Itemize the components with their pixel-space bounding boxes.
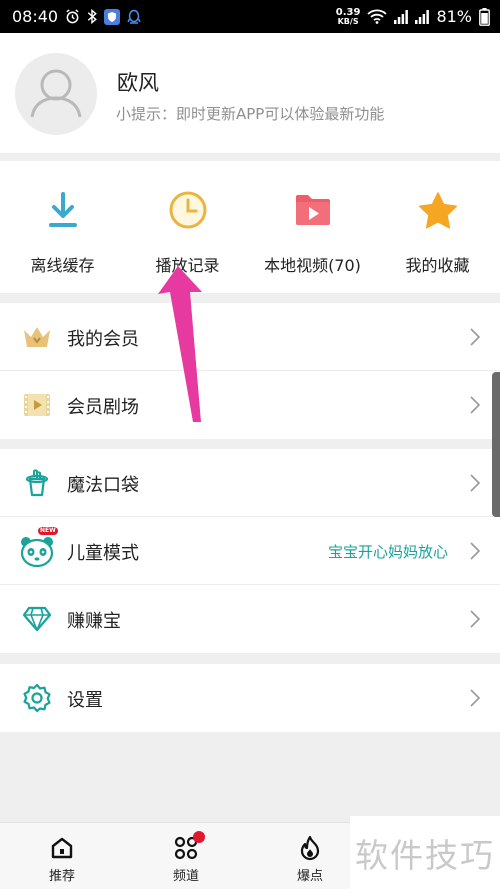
- kids-mode-slogan: 宝宝开心妈妈放心: [327, 543, 448, 561]
- diamond-icon: [20, 602, 54, 636]
- film-icon: [20, 388, 54, 422]
- local-video-button[interactable]: 本地视频(70): [250, 161, 375, 293]
- battery-percent: 81%: [436, 7, 472, 26]
- status-bar: 08:40 0.39 KB/S 81%: [0, 0, 500, 33]
- local-video-folder-icon: [292, 189, 334, 231]
- quick-action-label: 本地视频(70): [264, 256, 361, 275]
- magic-bag-row[interactable]: 魔法口袋: [0, 449, 500, 517]
- chevron-right-icon: [470, 610, 481, 628]
- flame-icon: [297, 835, 323, 861]
- wifi-icon: [367, 9, 388, 24]
- row-label: 我的会员: [67, 329, 139, 350]
- settings-row[interactable]: 设置: [0, 664, 500, 732]
- signal-icon: [394, 9, 409, 24]
- star-icon: [417, 189, 459, 231]
- nav-label: 频道: [172, 869, 199, 884]
- edge-scroll-handle[interactable]: [492, 372, 500, 517]
- default-user-icon: [30, 69, 82, 118]
- settings-section: 设置: [0, 664, 500, 732]
- row-label: 魔法口袋: [67, 475, 139, 496]
- chevron-right-icon: [470, 689, 481, 707]
- magic-hat-icon: [20, 466, 54, 500]
- vip-theater-row[interactable]: 会员剧场: [0, 371, 500, 439]
- row-label: 儿童模式: [67, 543, 139, 564]
- quick-actions: 离线缓存 播放记录 本地视频(70) 我的收藏: [0, 161, 500, 293]
- play-history-button[interactable]: 播放记录: [125, 161, 250, 293]
- panda-icon: [18, 534, 56, 568]
- quick-action-label: 我的收藏: [405, 256, 470, 275]
- clock-icon: [167, 189, 209, 231]
- gear-icon: [20, 681, 54, 715]
- features-section: 魔法口袋 NEW 儿童模式 宝宝开心妈妈放心 赚赚宝: [0, 449, 500, 653]
- chevron-right-icon: [470, 474, 481, 492]
- row-label: 会员剧场: [67, 397, 139, 418]
- home-icon: [49, 835, 75, 861]
- quick-action-label: 离线缓存: [30, 256, 95, 275]
- row-label: 设置: [67, 690, 103, 711]
- row-label: 赚赚宝: [67, 611, 121, 632]
- kids-mode-row[interactable]: NEW 儿童模式 宝宝开心妈妈放心: [0, 517, 500, 585]
- favorites-button[interactable]: 我的收藏: [375, 161, 500, 293]
- update-hint: 小提示：即时更新APP可以体验最新功能: [116, 105, 385, 123]
- earn-treasure-row[interactable]: 赚赚宝: [0, 585, 500, 653]
- profile-header[interactable]: 欧风 小提示：即时更新APP可以体验最新功能: [0, 33, 500, 153]
- offline-cache-button[interactable]: 离线缓存: [0, 161, 125, 293]
- download-icon: [42, 189, 84, 231]
- network-speed: 0.39 KB/S: [335, 6, 361, 26]
- bluetooth-icon: [87, 9, 97, 24]
- status-time: 08:40: [12, 7, 59, 26]
- vip-section: 我的会员 会员剧场: [0, 303, 500, 439]
- notification-dot: [193, 831, 205, 843]
- chevron-right-icon: [470, 396, 481, 414]
- my-vip-row[interactable]: 我的会员: [0, 303, 500, 371]
- username: 欧风: [117, 71, 159, 95]
- shield-app-icon: [104, 8, 121, 25]
- new-badge: NEW: [38, 527, 58, 535]
- chevron-right-icon: [470, 542, 481, 560]
- nav-label: 推荐: [48, 869, 75, 884]
- qq-icon: [127, 9, 141, 25]
- watermark: 软件技巧: [350, 816, 500, 889]
- avatar[interactable]: [15, 53, 97, 135]
- quick-action-label: 播放记录: [155, 256, 220, 275]
- nav-recommend[interactable]: 推荐: [0, 823, 124, 889]
- battery-icon: [479, 7, 490, 26]
- signal-4g-icon: [415, 9, 430, 24]
- alarm-icon: [65, 9, 80, 24]
- nav-channels[interactable]: 频道: [124, 823, 248, 889]
- chevron-right-icon: [470, 328, 481, 346]
- crown-icon: [20, 320, 54, 354]
- channels-icon: [173, 831, 205, 861]
